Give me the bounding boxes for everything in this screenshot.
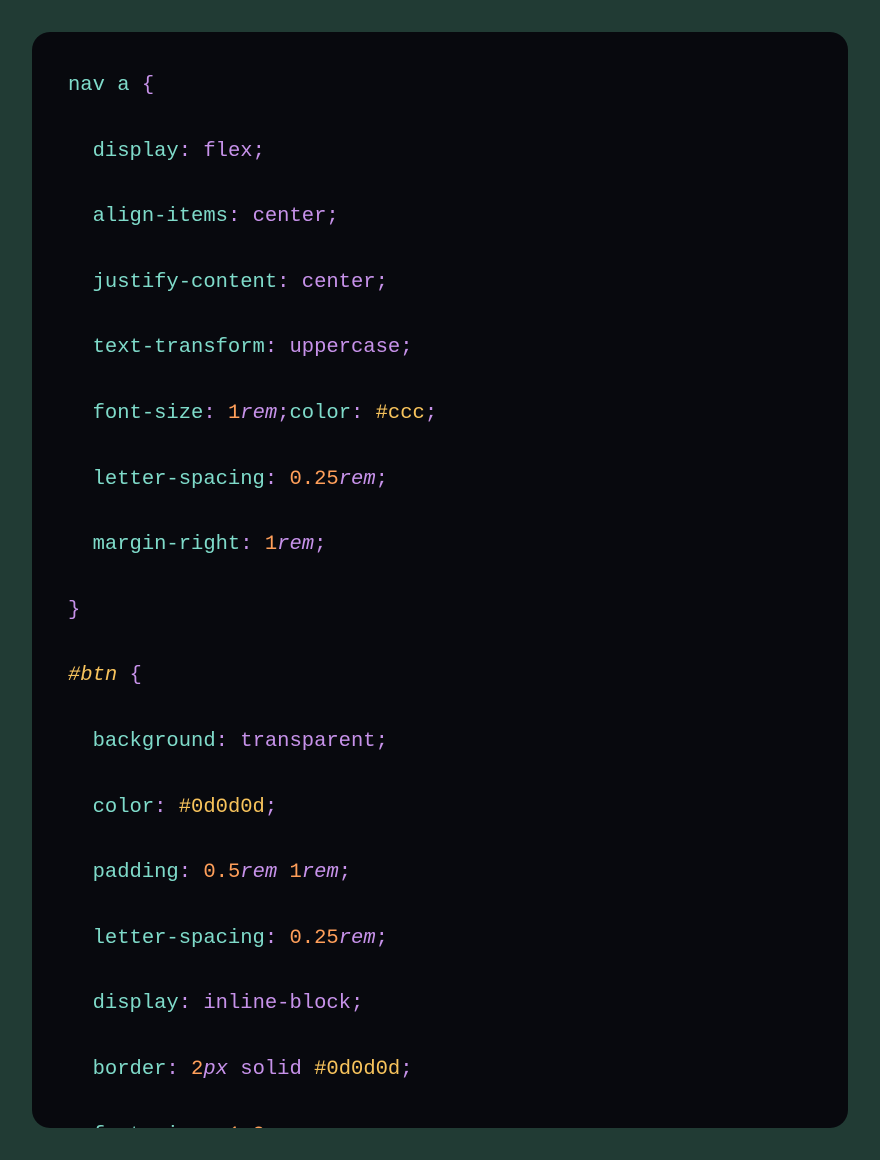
code-block: nav a { display: flex; align-items: cent… bbox=[32, 32, 848, 1128]
css-source: nav a { display: flex; align-items: cent… bbox=[68, 70, 820, 1128]
